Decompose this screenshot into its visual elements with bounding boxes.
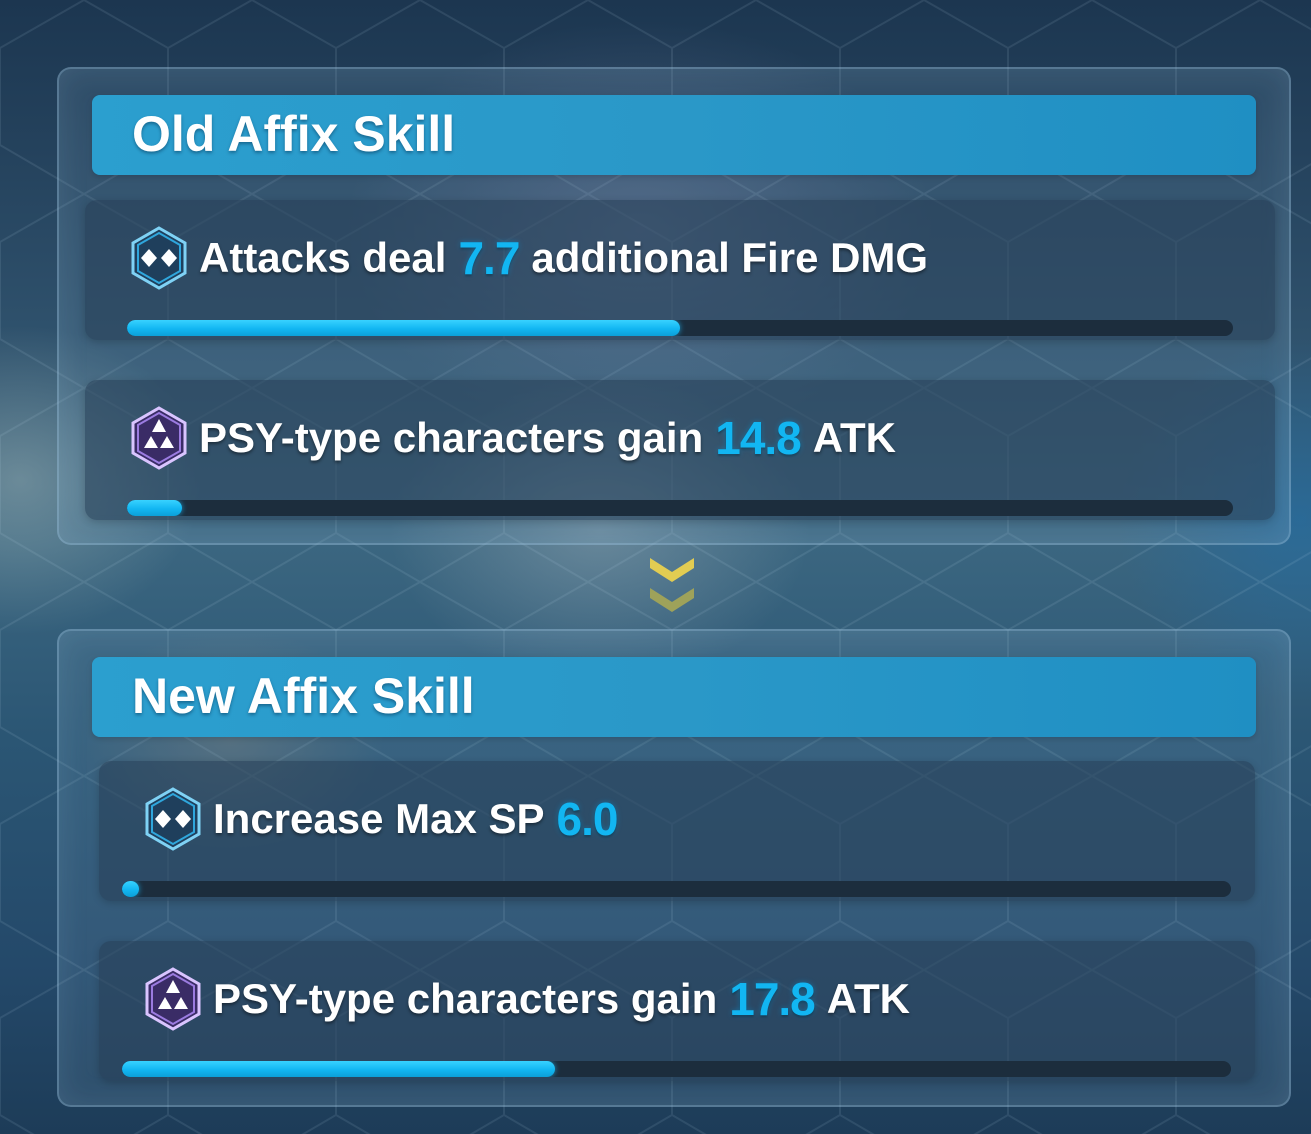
psy-triangle-icon	[131, 406, 187, 470]
affix-line: Increase Max SP 6.0	[143, 786, 629, 852]
affix-progress-bar	[127, 320, 1233, 336]
affix-value: 17.8	[729, 973, 816, 1025]
affix-suffix: ATK	[826, 975, 910, 1022]
new-affix-panel: New Affix Skill Increase Max SP 6.0 PSY-…	[57, 629, 1291, 1107]
new-affix-header: New Affix Skill	[92, 657, 1256, 737]
affix-progress-bar	[127, 500, 1233, 516]
affix-progress-fill	[127, 500, 183, 516]
new-affix-skill-2: PSY-type characters gain 17.8 ATK	[99, 941, 1255, 1081]
affix-suffix: ATK	[812, 414, 896, 461]
affix-progress-fill	[122, 881, 139, 897]
affix-value: 14.8	[715, 412, 802, 464]
new-affix-title: New Affix Skill	[132, 668, 475, 724]
affix-prefix: PSY-type characters gain	[199, 414, 704, 461]
affix-progress-bar	[122, 1061, 1231, 1077]
affix-progress-bar	[122, 881, 1231, 897]
old-affix-title: Old Affix Skill	[132, 106, 456, 162]
old-affix-header: Old Affix Skill	[92, 95, 1256, 175]
affix-line: Attacks deal 7.7 additional Fire DMG	[129, 225, 928, 291]
blue-diamond-icon	[145, 787, 201, 851]
affix-progress-fill	[122, 1061, 555, 1077]
new-affix-skill-1: Increase Max SP 6.0	[99, 761, 1255, 901]
old-affix-skill-1: Attacks deal 7.7 additional Fire DMG	[85, 200, 1275, 340]
psy-triangle-icon	[145, 967, 201, 1031]
old-affix-panel: Old Affix Skill Attacks deal 7.7 additio…	[57, 67, 1291, 545]
affix-progress-fill	[127, 320, 680, 336]
double-chevron-down-icon	[650, 558, 694, 612]
affix-value: 6.0	[556, 793, 619, 845]
affix-line: PSY-type characters gain 14.8 ATK	[129, 405, 896, 471]
affix-prefix: Attacks deal	[199, 234, 447, 281]
affix-line: PSY-type characters gain 17.8 ATK	[143, 966, 910, 1032]
affix-value: 7.7	[458, 232, 520, 284]
affix-suffix: additional Fire DMG	[531, 234, 929, 281]
old-affix-skill-2: PSY-type characters gain 14.8 ATK	[85, 380, 1275, 520]
affix-prefix: Increase Max SP	[213, 795, 545, 842]
blue-diamond-icon	[131, 226, 187, 290]
affix-prefix: PSY-type characters gain	[213, 975, 718, 1022]
